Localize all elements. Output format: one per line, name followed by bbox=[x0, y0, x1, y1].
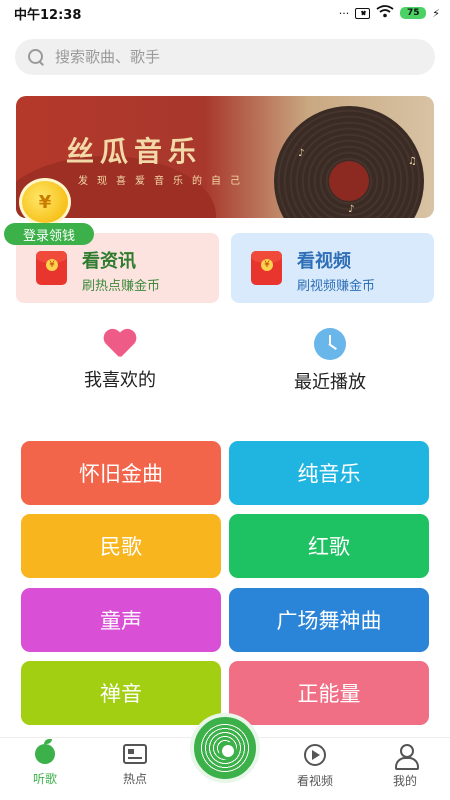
category-button[interactable]: 正能量 bbox=[229, 661, 429, 725]
nav-tab-hot[interactable]: 热点 bbox=[105, 744, 165, 787]
heart-icon bbox=[103, 328, 137, 358]
search-icon bbox=[27, 48, 45, 66]
search-input[interactable] bbox=[55, 48, 395, 66]
music-note-icon: ♪ bbox=[348, 204, 355, 215]
nav-tab-mine[interactable]: 我的 bbox=[375, 744, 435, 789]
promo-news-subtitle: 刷热点赚金币 bbox=[82, 279, 161, 294]
search-bar[interactable] bbox=[15, 39, 435, 75]
status-bar: 中午12:38 ··· 75 ⚡ bbox=[0, 0, 450, 26]
coin-icon[interactable]: ¥ bbox=[19, 178, 71, 226]
favorites-label: 我喜欢的 bbox=[84, 370, 156, 391]
category-button[interactable]: 民歌 bbox=[21, 514, 221, 578]
no-sim-icon bbox=[355, 7, 371, 19]
charging-icon: ⚡ bbox=[432, 6, 440, 20]
wifi-icon bbox=[376, 5, 394, 21]
signal-dots-icon: ··· bbox=[338, 6, 350, 20]
promo-banner[interactable]: ♪ ♫ ♪ 丝瓜音乐 发现喜爱音乐的自己 bbox=[16, 96, 434, 218]
category-button[interactable]: 童声 bbox=[21, 588, 221, 652]
vinyl-record-icon bbox=[274, 106, 424, 218]
banner-title: 丝瓜音乐 bbox=[66, 135, 203, 168]
nav-tab-video[interactable]: 看视频 bbox=[285, 744, 345, 789]
category-button[interactable]: 广场舞神曲 bbox=[229, 588, 429, 652]
record-label bbox=[329, 161, 369, 201]
category-button[interactable]: 怀旧金曲 bbox=[21, 441, 221, 505]
music-note-icon: ♪ bbox=[298, 148, 305, 159]
clock-icon bbox=[314, 328, 346, 360]
play-icon bbox=[304, 744, 326, 766]
favorites-shortcut[interactable]: 我喜欢的 bbox=[60, 328, 180, 392]
nav-label-hot: 热点 bbox=[122, 772, 147, 786]
promo-video-subtitle: 刷视频赚金币 bbox=[297, 279, 376, 294]
battery-icon: 75 bbox=[400, 7, 427, 19]
status-icons: ··· 75 ⚡ bbox=[339, 5, 440, 21]
nav-label-video: 看视频 bbox=[296, 774, 333, 788]
news-icon bbox=[123, 744, 147, 764]
category-button[interactable]: 禅音 bbox=[21, 661, 221, 725]
category-button[interactable]: 红歌 bbox=[229, 514, 429, 578]
music-note-icon: ♫ bbox=[408, 156, 417, 167]
promo-video-title: 看视频 bbox=[297, 251, 351, 272]
user-icon bbox=[394, 744, 419, 770]
recent-label: 最近播放 bbox=[294, 372, 366, 393]
login-reward-button[interactable]: 登录领钱 bbox=[4, 223, 94, 245]
banner-subtitle: 发现喜爱音乐的自己 bbox=[78, 176, 249, 187]
category-button[interactable]: 纯音乐 bbox=[229, 441, 429, 505]
music-leaf-icon bbox=[35, 739, 55, 764]
disc-icon bbox=[200, 723, 250, 773]
red-envelope-icon bbox=[251, 251, 282, 285]
recent-shortcut[interactable]: 最近播放 bbox=[270, 328, 390, 394]
promo-card-video[interactable]: 看视频 刷视频赚金币 bbox=[231, 233, 434, 303]
nav-tab-listen[interactable]: 听歌 bbox=[15, 739, 75, 787]
promo-news-title: 看资讯 bbox=[82, 251, 136, 272]
nav-label-mine: 我的 bbox=[392, 774, 417, 788]
status-time: 中午12:38 bbox=[14, 8, 82, 23]
red-envelope-icon bbox=[36, 251, 67, 285]
now-playing-button[interactable] bbox=[190, 713, 260, 783]
nav-label-listen: 听歌 bbox=[32, 772, 57, 786]
